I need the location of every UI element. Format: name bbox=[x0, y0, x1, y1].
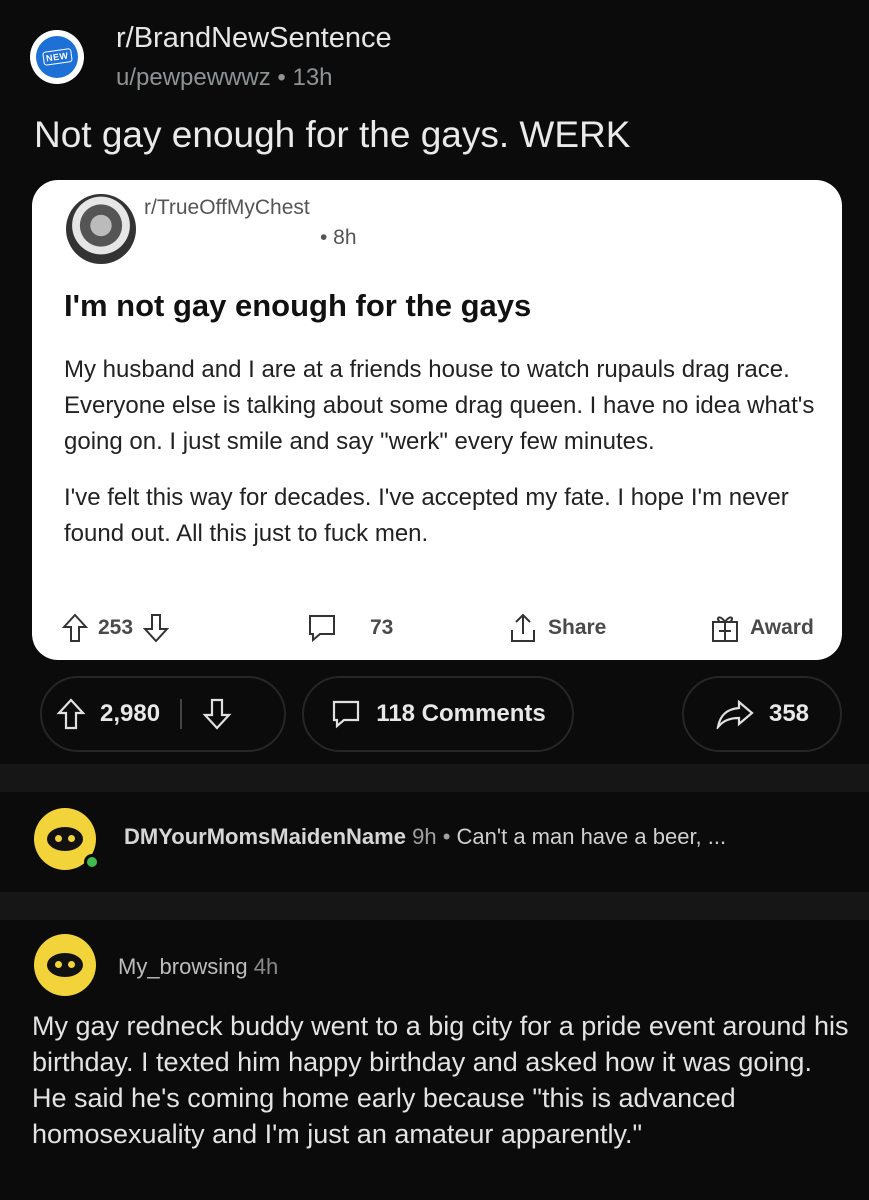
embedded-share-group: Share bbox=[508, 610, 606, 646]
embedded-post-card: r/TrueOffMyChest • 8h I'm not gay enough… bbox=[32, 180, 842, 660]
vote-divider bbox=[180, 699, 183, 729]
share-count: 358 bbox=[768, 700, 810, 727]
share-button[interactable]: 358 bbox=[682, 676, 842, 752]
post-header: NEW r/BrandNewSentence u/pewpewwwz • 13h bbox=[30, 10, 830, 92]
embedded-vote-group: 253 bbox=[62, 610, 170, 646]
embedded-award-group: Award bbox=[710, 610, 814, 646]
embedded-post-body: My husband and I are at a friends house … bbox=[64, 352, 824, 572]
post-author[interactable]: u/pewpewwwz bbox=[116, 64, 271, 91]
embedded-share-label: Share bbox=[548, 616, 607, 639]
section-divider bbox=[0, 764, 869, 792]
snoo-face-icon bbox=[47, 953, 83, 977]
gift-award-icon bbox=[712, 616, 738, 642]
upvote-arrow-icon[interactable] bbox=[56, 697, 86, 731]
post-score: 2,980 bbox=[100, 700, 161, 727]
comment-bubble-icon bbox=[309, 615, 335, 643]
comment-username[interactable]: My_browsing bbox=[118, 954, 248, 979]
upvote-arrow-icon bbox=[62, 613, 88, 642]
comments-count-label: 118 Comments bbox=[376, 700, 546, 727]
embedded-award-label: Award bbox=[750, 616, 814, 639]
subreddit-avatar[interactable]: NEW bbox=[30, 30, 84, 84]
embedded-subreddit-avatar bbox=[66, 194, 136, 264]
embedded-paragraph: I've felt this way for decades. I've acc… bbox=[64, 484, 789, 547]
post-action-bar: 2,980 118 Comments 358 bbox=[40, 676, 842, 752]
embedded-comments-group: 73 bbox=[306, 610, 393, 646]
embedded-subreddit-name: r/TrueOffMyChest bbox=[144, 196, 310, 219]
meta-separator: • bbox=[442, 824, 451, 849]
comments-button[interactable]: 118 Comments bbox=[302, 676, 574, 752]
embedded-paragraph: My husband and I are at a friends house … bbox=[64, 356, 815, 455]
embedded-action-bar: 253 73 Share Award bbox=[62, 610, 832, 646]
embedded-post-time: • 8h bbox=[320, 226, 357, 249]
meta-separator: • bbox=[277, 64, 286, 91]
snoo-face-icon bbox=[47, 827, 83, 851]
comment-time: 9h bbox=[412, 824, 437, 849]
comment-preview: Can't a man have a beer, ... bbox=[456, 824, 727, 849]
comment-body: My gay redneck buddy went to a big city … bbox=[32, 1011, 849, 1149]
collapsed-comment[interactable]: DMYourMomsMaidenName 9h • Can't a man ha… bbox=[124, 824, 726, 850]
post-meta: u/pewpewwwz • 13h bbox=[116, 64, 333, 92]
share-upload-icon bbox=[511, 613, 535, 642]
downvote-arrow-icon[interactable] bbox=[202, 697, 232, 731]
downvote-arrow-icon bbox=[143, 614, 170, 643]
online-status-dot bbox=[84, 854, 100, 870]
comment-bubble-icon bbox=[333, 700, 360, 729]
embedded-comment-count: 73 bbox=[370, 616, 394, 639]
comment-username[interactable]: DMYourMomsMaidenName bbox=[124, 824, 406, 849]
comment-header: My_browsing 4h bbox=[118, 954, 278, 980]
section-divider bbox=[0, 892, 869, 920]
subreddit-name[interactable]: r/BrandNewSentence bbox=[116, 22, 392, 55]
embedded-upvote-count: 253 bbox=[98, 616, 134, 639]
post-title[interactable]: Not gay enough for the gays. WERK bbox=[34, 114, 630, 156]
new-badge-icon: NEW bbox=[41, 48, 73, 66]
comment-avatar[interactable] bbox=[34, 934, 96, 996]
comment-time: 4h bbox=[253, 954, 279, 979]
embedded-post-title: I'm not gay enough for the gays bbox=[64, 288, 532, 323]
post-time: 13h bbox=[292, 64, 333, 91]
share-arrow-icon bbox=[716, 699, 754, 729]
vote-pill: 2,980 bbox=[40, 676, 286, 752]
